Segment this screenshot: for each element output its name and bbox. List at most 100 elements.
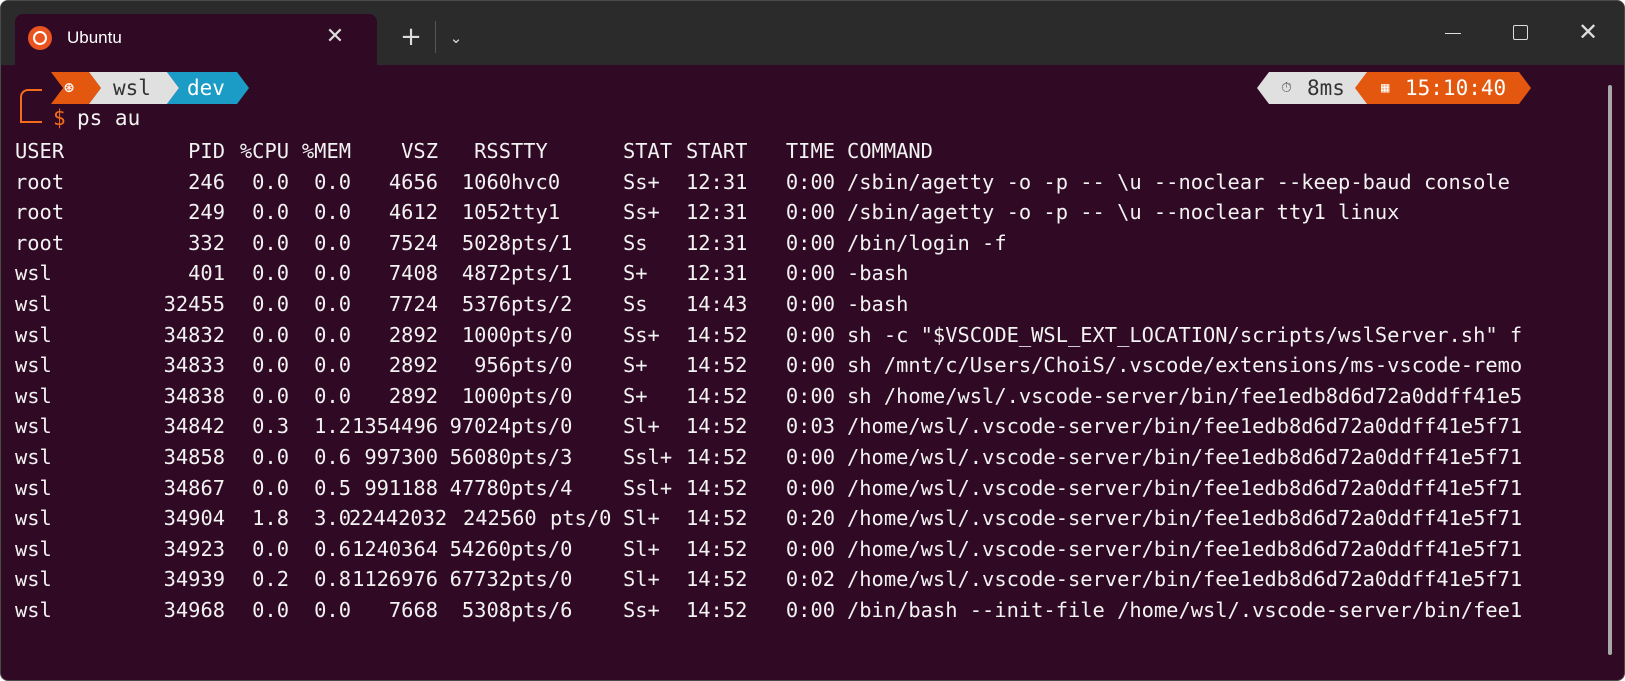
cell-command: /sbin/agetty -o -p -- \u --noclear --kee… bbox=[847, 169, 1510, 194]
cell-time: 0:00 bbox=[785, 322, 835, 347]
cell-vsz: 22442032 bbox=[349, 506, 448, 531]
cell-cpu: 0.0 bbox=[252, 230, 289, 255]
table-row: wsl 34867 0.0 0.5 991188 47780 pts/4 Ssl+ 14:52 0… bbox=[15, 473, 1555, 504]
cell-stat: S+ bbox=[623, 383, 648, 408]
cell-command: /home/wsl/.vscode-server/bin/fee1edb8d6d… bbox=[847, 414, 1523, 439]
table-row: wsl 32455 0.0 0.0 7724 5376 pts/2 Ss 14:43 0:00 -b… bbox=[15, 289, 1555, 320]
prompt-time: 15:10:40 bbox=[1405, 76, 1507, 100]
cell-start: 14:52 bbox=[686, 322, 748, 347]
cell-rss: 97024 bbox=[449, 414, 511, 439]
cell-stat: Sl+ bbox=[623, 536, 660, 561]
cell-stat: Ss+ bbox=[623, 200, 660, 225]
minimize-button[interactable] bbox=[1432, 17, 1472, 49]
cell-rss: 1060 bbox=[461, 169, 511, 194]
cell-stat: Ss bbox=[623, 291, 648, 316]
header-vsz: VSZ bbox=[401, 139, 438, 163]
calendar-icon: ▦ bbox=[1381, 80, 1390, 96]
cell-stat: S+ bbox=[623, 261, 648, 286]
cell-stat: Sl+ bbox=[623, 506, 660, 531]
cell-rss: 1000 bbox=[461, 383, 511, 408]
cell-stat: Sl+ bbox=[623, 567, 660, 592]
cell-time: 0:00 bbox=[785, 200, 835, 225]
cell-rss: 67732 bbox=[449, 567, 511, 592]
prompt-dir-segment: dev bbox=[167, 72, 249, 104]
tab-divider bbox=[435, 21, 436, 53]
cell-vsz: 2892 bbox=[388, 383, 438, 408]
cell-rss: 47780 bbox=[449, 475, 511, 500]
cell-rss: 56080 bbox=[449, 444, 511, 469]
cell-tty: pts/0 bbox=[511, 536, 573, 561]
cell-tty: pts/4 bbox=[511, 475, 573, 500]
cell-vsz: 7524 bbox=[388, 230, 438, 255]
cell-stat: Ss+ bbox=[623, 169, 660, 194]
cell-pid: 249 bbox=[188, 200, 225, 225]
maximize-button[interactable] bbox=[1500, 17, 1540, 49]
cell-rss: 5376 bbox=[461, 291, 511, 316]
new-tab-button[interactable]: + bbox=[397, 24, 425, 52]
cell-cpu: 1.8 bbox=[252, 506, 289, 531]
cell-command: /home/wsl/.vscode-server/bin/fee1edb8d6d… bbox=[847, 506, 1523, 531]
cell-start: 14:52 bbox=[686, 567, 748, 592]
cell-user: wsl bbox=[15, 353, 52, 378]
table-row: wsl 34923 0.0 0.6 1240364 54260 pts/0 Sl+ 14:52 0… bbox=[15, 534, 1555, 565]
cell-pid: 32455 bbox=[163, 291, 225, 316]
close-button[interactable]: ✕ bbox=[1568, 17, 1608, 49]
cell-cpu: 0.0 bbox=[252, 169, 289, 194]
cell-time: 0:00 bbox=[785, 475, 835, 500]
cell-stat: Sl+ bbox=[623, 414, 660, 439]
cell-mem: 0.0 bbox=[314, 200, 351, 225]
tab-close-icon[interactable]: ✕ bbox=[323, 25, 347, 49]
terminal-content[interactable]: ⊛ wsl dev ⏱ 8ms ▦ 15:10:40 $ ps au USER … bbox=[15, 65, 1594, 680]
cell-start: 14:52 bbox=[686, 444, 748, 469]
prompt-duration: 8ms bbox=[1307, 76, 1345, 100]
cell-stat: Ss bbox=[623, 230, 648, 255]
cell-pid: 34968 bbox=[163, 597, 225, 622]
prompt-symbol: $ bbox=[53, 106, 66, 130]
cell-vsz: 997300 bbox=[364, 444, 438, 469]
cell-pid: 401 bbox=[188, 261, 225, 286]
cell-time: 0:00 bbox=[785, 230, 835, 255]
cell-pid: 34904 bbox=[163, 506, 225, 531]
header-time: TIME bbox=[785, 139, 835, 163]
cell-time: 0:00 bbox=[785, 536, 835, 561]
cell-tty: pts/1 bbox=[511, 230, 573, 255]
cell-vsz: 7668 bbox=[388, 597, 438, 622]
cell-tty: pts/0 bbox=[511, 353, 573, 378]
header-command: COMMAND bbox=[847, 139, 933, 163]
header-rss: RSS bbox=[474, 139, 511, 163]
cell-command: -bash bbox=[847, 291, 909, 316]
cell-mem: 0.0 bbox=[314, 353, 351, 378]
cell-command: -bash bbox=[847, 261, 909, 286]
cell-time: 0:00 bbox=[785, 383, 835, 408]
cell-pid: 34923 bbox=[163, 536, 225, 561]
cell-mem: 1.2 bbox=[314, 414, 351, 439]
cell-command: /bin/bash --init-file /home/wsl/.vscode-… bbox=[847, 597, 1523, 622]
tab-ubuntu[interactable]: Ubuntu ✕ bbox=[15, 14, 377, 65]
cell-command: sh -c "$VSCODE_WSL_EXT_LOCATION/scripts/… bbox=[847, 322, 1523, 347]
cell-tty: pts/3 bbox=[511, 444, 573, 469]
cell-user: root bbox=[15, 230, 65, 255]
cell-start: 14:43 bbox=[686, 291, 748, 316]
cell-time: 0:00 bbox=[785, 597, 835, 622]
cell-user: root bbox=[15, 200, 65, 225]
cell-rss: 1052 bbox=[461, 200, 511, 225]
cell-user: wsl bbox=[15, 291, 52, 316]
cell-pid: 246 bbox=[188, 169, 225, 194]
cell-time: 0:00 bbox=[785, 261, 835, 286]
cell-start: 12:31 bbox=[686, 169, 748, 194]
cell-user: root bbox=[15, 169, 65, 194]
table-row: root 246 0.0 0.0 4656 1060 hvc0 Ss+ 12:31 0:00/sb… bbox=[15, 167, 1555, 198]
cell-stat: Ssl+ bbox=[623, 444, 673, 469]
scrollbar[interactable] bbox=[1608, 85, 1612, 655]
tab-dropdown-icon[interactable]: ⌄ bbox=[444, 24, 468, 52]
cell-mem: 0.0 bbox=[314, 169, 351, 194]
command-line: $ ps au bbox=[15, 106, 615, 136]
cell-mem: 0.6 bbox=[314, 536, 351, 561]
cell-vsz: 7408 bbox=[388, 261, 438, 286]
cell-mem: 0.0 bbox=[314, 261, 351, 286]
cell-vsz: 2892 bbox=[388, 322, 438, 347]
cell-time: 0:03 bbox=[785, 414, 835, 439]
cell-start: 14:52 bbox=[686, 414, 748, 439]
cell-vsz: 7724 bbox=[388, 291, 438, 316]
cell-stat: Ss+ bbox=[623, 322, 660, 347]
